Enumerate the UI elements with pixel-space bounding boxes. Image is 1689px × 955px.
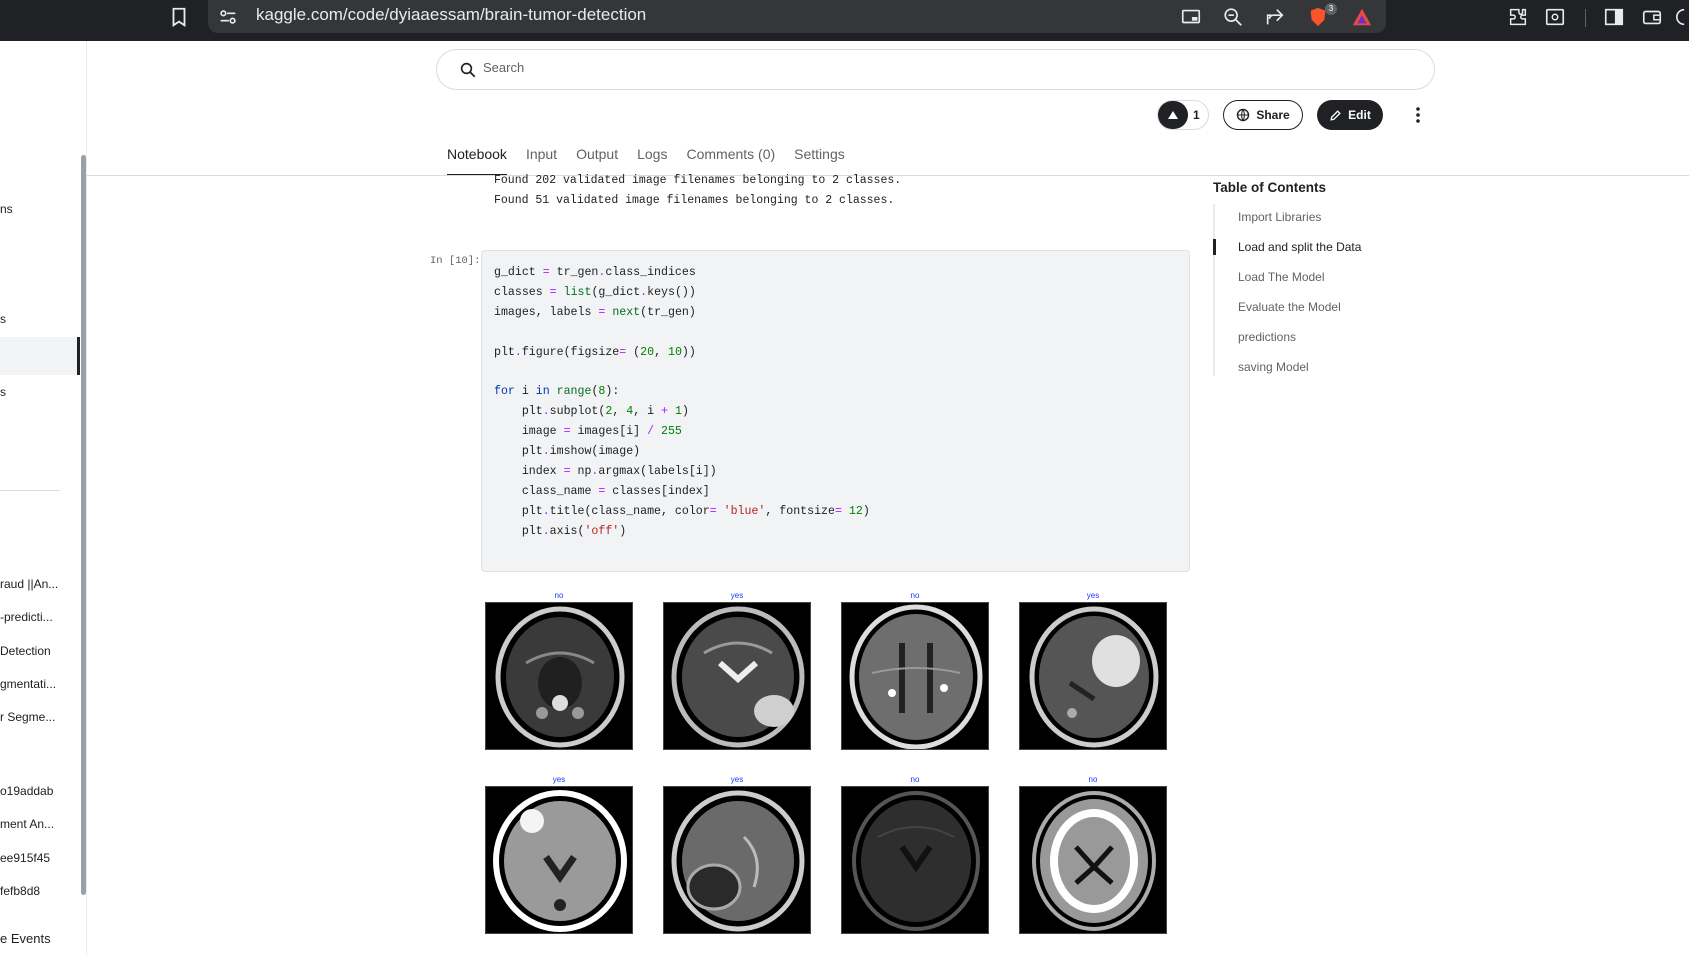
more-options-icon[interactable]: [1408, 104, 1428, 126]
image-title: no: [1088, 775, 1098, 784]
tab-output[interactable]: Output: [576, 146, 618, 176]
search-bar[interactable]: [436, 49, 1435, 90]
bookmark-icon[interactable]: [168, 6, 190, 28]
code-line: g_dict = tr_gen.class_indices: [494, 266, 696, 279]
sidebar-divider: [0, 490, 60, 491]
code-line: class_name = classes[index]: [494, 484, 710, 498]
toc-title: Table of Contents: [1213, 180, 1326, 195]
brave-rewards-icon[interactable]: [1351, 6, 1373, 28]
mri-image: [841, 602, 989, 750]
code-line: plt.figure(figsize= (20, 10)): [494, 345, 696, 359]
sidebar-item[interactable]: s: [0, 312, 6, 326]
recent-item[interactable]: o19addab: [0, 784, 53, 798]
image-title: no: [910, 591, 920, 600]
toc-item-load-split[interactable]: Load and split the Data: [1238, 240, 1361, 254]
toc-track: [1213, 204, 1215, 376]
events-link[interactable]: e Events: [0, 931, 51, 946]
recent-item[interactable]: gmentati...: [0, 677, 56, 691]
image-title: yes: [730, 591, 744, 600]
tab-notebook[interactable]: Notebook: [447, 146, 507, 176]
share-page-icon[interactable]: [1264, 6, 1286, 28]
output-line: Found 202 validated image filenames belo…: [494, 174, 902, 187]
mri-image: [1019, 602, 1167, 750]
code-line: classes = list(g_dict.keys()): [494, 285, 696, 299]
recent-item[interactable]: r Segme...: [0, 710, 55, 724]
menu-icon[interactable]: [1675, 6, 1689, 28]
code-cell[interactable]: g_dict = tr_gen.class_indicesclasses = l…: [481, 250, 1190, 572]
recent-item[interactable]: -predicti...: [0, 610, 53, 624]
code-line: plt.subplot(2, 4, i + 1): [494, 405, 689, 419]
image-title: yes: [1086, 591, 1100, 600]
url-text[interactable]: kaggle.com/code/dyiaaessam/brain-tumor-d…: [256, 5, 646, 25]
extension-badge: 3: [1325, 3, 1337, 15]
toc-item-load-model[interactable]: Load The Model: [1238, 270, 1325, 284]
tab-settings[interactable]: Settings: [794, 146, 845, 176]
sidebar-active-item[interactable]: [0, 337, 80, 375]
zoom-out-icon[interactable]: [1222, 6, 1244, 28]
mri-image: [663, 602, 811, 750]
code-line: plt.title(class_name, color= 'blue', fon…: [494, 504, 870, 518]
tab-input[interactable]: Input: [526, 146, 557, 176]
share-button[interactable]: Share: [1223, 100, 1303, 130]
tab-comments[interactable]: Comments (0): [686, 146, 775, 176]
extensions-icon[interactable]: [1507, 6, 1529, 28]
edit-label: Edit: [1348, 108, 1371, 122]
recent-item[interactable]: fefb8d8: [0, 884, 40, 898]
share-label: Share: [1256, 108, 1290, 122]
mri-image: [663, 786, 811, 934]
upvote-button[interactable]: 1: [1157, 100, 1209, 130]
toolbar-divider: [1585, 9, 1586, 27]
code-line: plt.imshow(image): [494, 445, 641, 459]
code-line: for i in range(8):: [494, 385, 620, 399]
sidebar-item[interactable]: ns: [0, 202, 13, 216]
pencil-icon: [1330, 109, 1341, 121]
recent-item[interactable]: Detection: [0, 644, 51, 658]
output-line: Found 51 validated image filenames belon…: [494, 194, 895, 207]
site-settings-icon[interactable]: [217, 6, 239, 28]
image-title: yes: [730, 775, 744, 784]
edit-button[interactable]: Edit: [1317, 100, 1383, 130]
mri-image: [485, 602, 633, 750]
mri-image: [485, 786, 633, 934]
code-line: index = np.argmax(labels[i]): [494, 465, 717, 479]
tab-logs[interactable]: Logs: [637, 146, 667, 176]
search-input[interactable]: [483, 60, 1383, 75]
browser-toolbar: kaggle.com/code/dyiaaessam/brain-tumor-d…: [0, 0, 1689, 41]
code-line: image = images[i] / 255: [494, 425, 682, 439]
code-line: images, labels = next(tr_gen): [494, 305, 696, 319]
globe-icon: [1237, 108, 1250, 122]
image-title: no: [554, 591, 564, 600]
wallet-icon[interactable]: [1641, 6, 1663, 28]
reader-mode-icon[interactable]: [1544, 6, 1566, 28]
code-block[interactable]: g_dict = tr_gen.class_indicesclasses = l…: [494, 263, 870, 542]
mri-image: [1019, 786, 1167, 934]
upvote-arrow-icon[interactable]: [1158, 101, 1188, 129]
upvote-count: 1: [1193, 108, 1200, 122]
sidebar-toggle-icon[interactable]: [1603, 6, 1625, 28]
sidebar-item[interactable]: s: [0, 385, 6, 399]
notebook-tabs: Notebook Input Output Logs Comments (0) …: [447, 146, 864, 176]
toc-item-predictions[interactable]: predictions: [1238, 330, 1296, 344]
recent-item[interactable]: raud ||An...: [0, 577, 58, 591]
toc-active-indicator: [1213, 239, 1216, 255]
search-icon: [460, 62, 476, 78]
recent-item[interactable]: ee915f45: [0, 851, 50, 865]
image-title: yes: [552, 775, 566, 784]
toc-item-import-libraries[interactable]: Import Libraries: [1238, 210, 1321, 224]
cast-icon[interactable]: [1180, 6, 1202, 28]
image-title: no: [910, 775, 920, 784]
toc-item-saving-model[interactable]: saving Model: [1238, 360, 1309, 374]
recent-item[interactable]: ment An...: [0, 817, 54, 831]
code-line: plt.axis('off'): [494, 524, 627, 538]
toc-item-evaluate[interactable]: Evaluate the Model: [1238, 300, 1341, 314]
cell-prompt: In [10]:: [430, 255, 481, 267]
mri-image: [841, 786, 989, 934]
sidebar-scrollbar[interactable]: [81, 155, 86, 895]
